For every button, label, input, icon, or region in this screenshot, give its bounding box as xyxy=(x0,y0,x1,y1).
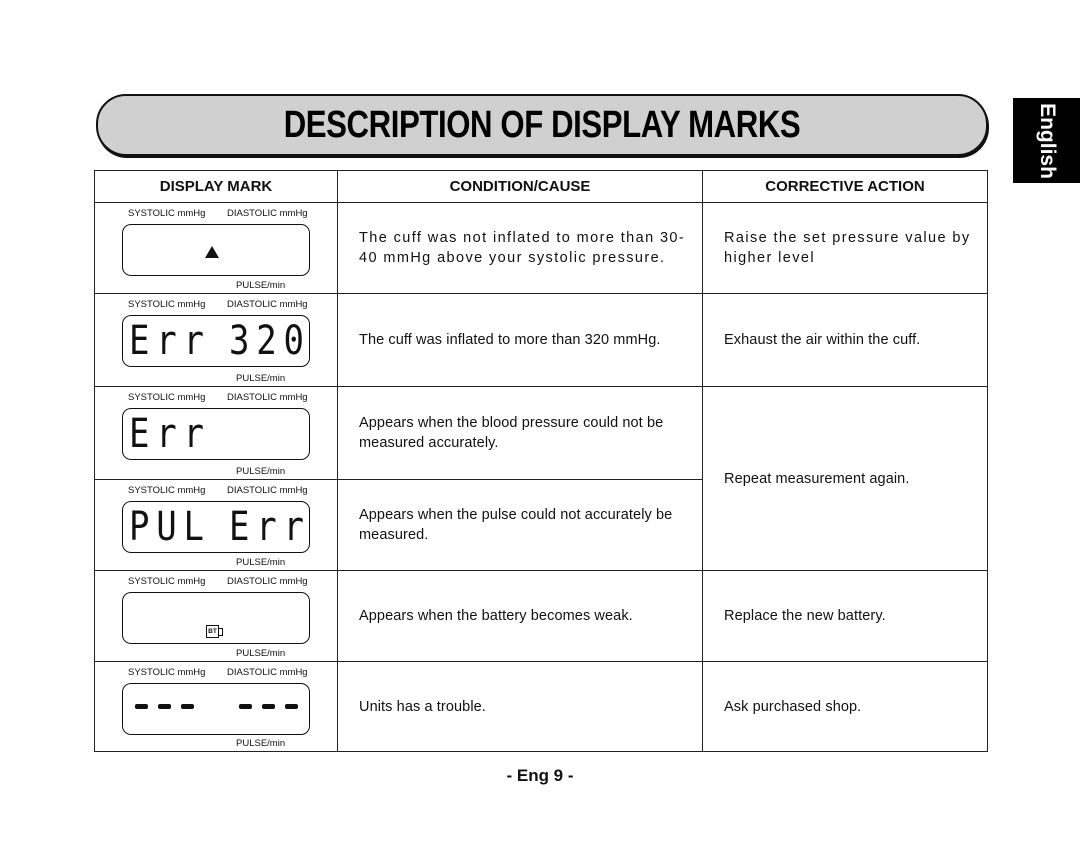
table-row: SYSTOLIC mmHg DIASTOLIC mmHg BT PULSE/mi… xyxy=(94,570,988,662)
display-mark-cell: SYSTOLIC mmHg DIASTOLIC mmHg Err PULSE/m… xyxy=(94,386,338,480)
lcd-display: Err xyxy=(122,408,310,460)
condition-text: Appears when the battery becomes weak. xyxy=(359,608,633,624)
table-header-row: DISPLAY MARK CONDITION/CAUSE CORRECTIVE … xyxy=(94,170,988,203)
condition-text: Units has a trouble. xyxy=(359,698,486,715)
diastolic-label: DIASTOLIC mmHg xyxy=(227,208,308,219)
systolic-label: SYSTOLIC mmHg xyxy=(128,576,206,587)
pulse-label: PULSE/min xyxy=(236,280,286,291)
action-cell: Ask purchased shop. xyxy=(702,661,988,752)
display-mark-cell: SYSTOLIC mmHg DIASTOLIC mmHg PULSE/min xyxy=(94,202,338,294)
dash-segment xyxy=(181,704,194,709)
header-condition-cause: CONDITION/CAUSE xyxy=(337,170,703,203)
lcd-display xyxy=(122,224,310,276)
lcd-display: Err 320 xyxy=(122,315,310,367)
display-mark-cell: SYSTOLIC mmHg DIASTOLIC mmHg PULSE/min xyxy=(94,661,338,752)
lcd-right-readout: 320 xyxy=(229,318,311,364)
action-text: Raise the set pressure value by higher l… xyxy=(724,230,971,266)
condition-text: The cuff was inflated to more than 320 m… xyxy=(359,332,661,348)
page-number: - Eng 9 - xyxy=(506,766,574,785)
action-text: Repeat measurement again. xyxy=(724,470,910,487)
condition-text: Appears when the blood pressure could no… xyxy=(359,415,664,451)
condition-text: The cuff was not inflated to more than 3… xyxy=(359,230,686,266)
diastolic-label: DIASTOLIC mmHg xyxy=(227,392,308,403)
diastolic-label: DIASTOLIC mmHg xyxy=(227,485,308,496)
language-tab: English xyxy=(1013,98,1080,183)
systolic-label: SYSTOLIC mmHg xyxy=(128,392,206,403)
pulse-label: PULSE/min xyxy=(236,373,286,384)
display-mark-cell: SYSTOLIC mmHg DIASTOLIC mmHg BT PULSE/mi… xyxy=(94,570,338,662)
lcd-left-dashes xyxy=(135,704,194,709)
pulse-label: PULSE/min xyxy=(236,738,286,749)
dash-segment xyxy=(262,704,275,709)
condition-cell: Appears when the blood pressure could no… xyxy=(337,386,703,480)
lcd-display xyxy=(122,683,310,735)
lcd-display: PUL Err xyxy=(122,501,310,553)
battery-icon: BT xyxy=(206,625,223,638)
action-text: Replace the new battery. xyxy=(724,608,886,624)
condition-cell: Appears when the pulse could not accurat… xyxy=(337,479,703,571)
condition-cell: Appears when the battery becomes weak. xyxy=(337,570,703,662)
table-row: SYSTOLIC mmHg DIASTOLIC mmHg Err PULSE/m… xyxy=(94,386,988,571)
systolic-label: SYSTOLIC mmHg xyxy=(128,485,206,496)
display-mark-cell: SYSTOLIC mmHg DIASTOLIC mmHg PUL Err PUL… xyxy=(94,479,338,571)
triangle-up-icon xyxy=(205,246,219,258)
title-banner: DESCRIPTION OF DISPLAY MARKS xyxy=(96,94,988,156)
dash-segment xyxy=(158,704,171,709)
action-cell: Repeat measurement again. xyxy=(702,386,988,571)
lcd-right-dashes xyxy=(239,704,298,709)
pulse-label: PULSE/min xyxy=(236,466,286,477)
action-cell: Raise the set pressure value by higher l… xyxy=(702,202,988,294)
lcd-left-readout: Err xyxy=(129,318,211,364)
header-display-mark: DISPLAY MARK xyxy=(94,170,338,203)
condition-cell: The cuff was not inflated to more than 3… xyxy=(337,202,703,294)
lcd-right-readout: Err xyxy=(229,504,311,550)
pulse-label: PULSE/min xyxy=(236,648,286,659)
display-mark-cell: SYSTOLIC mmHg DIASTOLIC mmHg Err 320 PUL… xyxy=(94,293,338,387)
diastolic-label: DIASTOLIC mmHg xyxy=(227,576,308,587)
systolic-label: SYSTOLIC mmHg xyxy=(128,299,206,310)
lcd-left-readout: PUL xyxy=(129,504,211,550)
condition-cell: The cuff was inflated to more than 320 m… xyxy=(337,293,703,387)
header-corrective-action: CORRECTIVE ACTION xyxy=(702,170,988,203)
systolic-label: SYSTOLIC mmHg xyxy=(128,667,206,678)
language-tab-label: English xyxy=(1035,102,1059,179)
action-cell: Exhaust the air within the cuff. xyxy=(702,293,988,387)
table-row: SYSTOLIC mmHg DIASTOLIC mmHg Err 320 PUL… xyxy=(94,293,988,387)
dash-segment xyxy=(135,704,148,709)
action-cell: Replace the new battery. xyxy=(702,570,988,662)
diastolic-label: DIASTOLIC mmHg xyxy=(227,299,308,310)
action-text: Exhaust the air within the cuff. xyxy=(724,332,921,348)
condition-text: Appears when the pulse could not accurat… xyxy=(359,507,673,543)
dash-segment xyxy=(285,704,298,709)
pulse-label: PULSE/min xyxy=(236,557,286,568)
diastolic-label: DIASTOLIC mmHg xyxy=(227,667,308,678)
action-text: Ask purchased shop. xyxy=(724,698,862,715)
dash-segment xyxy=(239,704,252,709)
table-row: SYSTOLIC mmHg DIASTOLIC mmHg PULSE/min U… xyxy=(94,661,988,752)
lcd-left-readout: Err xyxy=(129,411,211,457)
lcd-display: BT xyxy=(122,592,310,644)
condition-cell: Units has a trouble. xyxy=(337,661,703,752)
page-title: DESCRIPTION OF DISPLAY MARKS xyxy=(283,103,801,146)
systolic-label: SYSTOLIC mmHg xyxy=(128,208,206,219)
table-row: SYSTOLIC mmHg DIASTOLIC mmHg PULSE/min T… xyxy=(94,202,988,294)
display-marks-table: DISPLAY MARK CONDITION/CAUSE CORRECTIVE … xyxy=(94,170,988,752)
